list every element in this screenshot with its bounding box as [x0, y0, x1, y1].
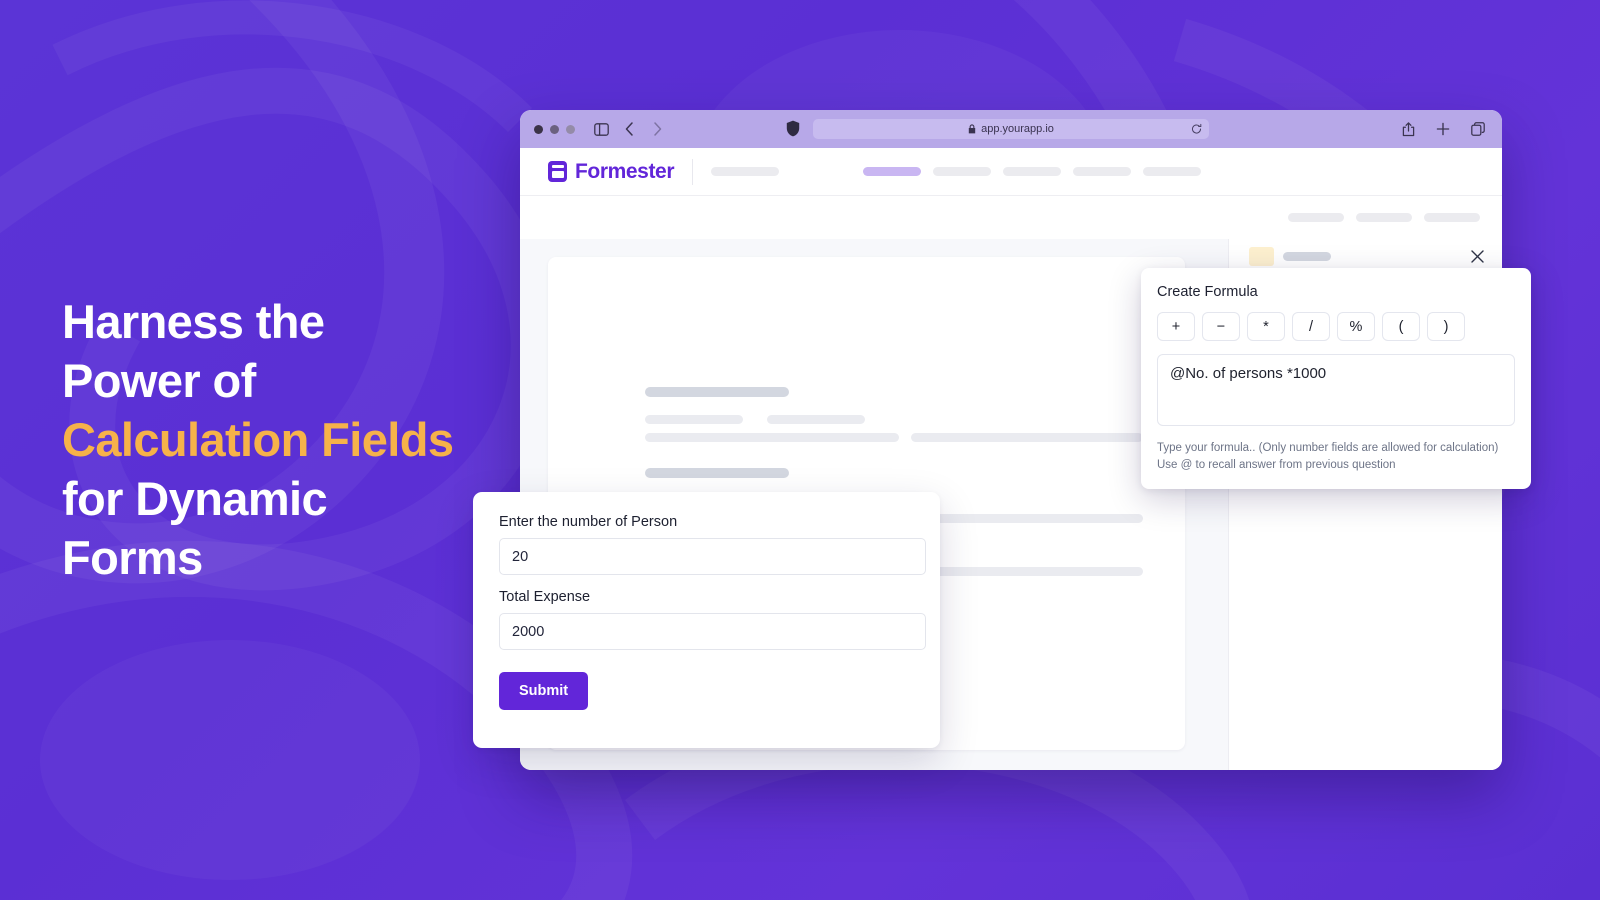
app-subheader: [520, 195, 1502, 239]
headline-line-1: Harness the: [62, 295, 325, 348]
minimize-window-dot[interactable]: [550, 124, 559, 134]
skeleton-line-1a: [645, 433, 899, 442]
browser-titlebar: app.yourapp.io: [520, 110, 1502, 148]
submit-button[interactable]: Submit: [499, 672, 589, 710]
subheader-action-3[interactable]: [1424, 213, 1480, 222]
operator-multiply-button[interactable]: *: [1247, 312, 1285, 341]
nav-item-3[interactable]: [1003, 167, 1061, 176]
operator-percent-button[interactable]: %: [1337, 312, 1375, 341]
skeleton-line-3b: [911, 567, 1143, 576]
address-bar-container[interactable]: app.yourapp.io: [813, 119, 1209, 139]
headline-line-2: Power of: [62, 354, 256, 407]
formula-panel-title: Create Formula: [1157, 284, 1258, 300]
brand-name: Formester: [575, 159, 675, 183]
formester-logo-icon: [548, 161, 567, 182]
form-preview-card: Enter the number of Person Total Expense…: [473, 492, 940, 748]
header-divider: [692, 158, 694, 185]
side-panel-header: [1249, 247, 1331, 266]
subheader-actions: [1288, 213, 1480, 222]
field-type-chip: [1249, 247, 1274, 266]
app-header: Formester: [520, 148, 1502, 195]
headline-line-5: Forms: [62, 531, 203, 584]
shield-icon: [786, 120, 802, 138]
person-count-input[interactable]: [499, 538, 926, 575]
skeleton-heading-1: [645, 387, 789, 397]
close-window-dot[interactable]: [534, 124, 543, 134]
skeleton-line-1b: [911, 433, 1143, 442]
subheader-action-1[interactable]: [1288, 213, 1344, 222]
share-icon[interactable]: [1398, 119, 1418, 139]
primary-nav: [863, 167, 1201, 176]
formula-input[interactable]: [1157, 354, 1515, 426]
total-expense-input[interactable]: [499, 613, 926, 650]
lock-icon: [968, 124, 976, 134]
headline-accent-line: Calculation Fields: [62, 413, 454, 466]
sidebar-toggle-icon[interactable]: [591, 119, 611, 139]
skeleton-label-1a: [645, 415, 743, 424]
address-bar-url: app.yourapp.io: [981, 123, 1054, 135]
skeleton-label-1b: [767, 415, 865, 424]
operator-button-row: + − * / % ( ): [1157, 312, 1515, 341]
operator-close-paren-button[interactable]: ): [1427, 312, 1465, 341]
nav-item-5[interactable]: [1143, 167, 1201, 176]
address-bar[interactable]: app.yourapp.io: [813, 119, 1209, 139]
back-button[interactable]: [619, 119, 639, 139]
operator-minus-button[interactable]: −: [1202, 312, 1240, 341]
person-count-label: Enter the number of Person: [499, 514, 678, 530]
header-search-placeholder[interactable]: [711, 167, 780, 176]
page-title: Harness the Power of Calculation Fields …: [62, 292, 532, 587]
maximize-window-dot[interactable]: [566, 124, 575, 134]
close-icon[interactable]: [1470, 249, 1486, 265]
nav-item-2[interactable]: [933, 167, 991, 176]
skeleton-line-2b: [911, 514, 1143, 523]
plus-icon[interactable]: [1433, 119, 1453, 139]
nav-item-4[interactable]: [1073, 167, 1131, 176]
subheader-action-2[interactable]: [1356, 213, 1412, 222]
hero-banner: Harness the Power of Calculation Fields …: [0, 0, 1600, 900]
forward-button[interactable]: [647, 119, 667, 139]
side-panel-title-placeholder: [1283, 252, 1331, 261]
operator-divide-button[interactable]: /: [1292, 312, 1330, 341]
create-formula-popover: Create Formula + − * / % ( ) Type your f…: [1141, 268, 1531, 489]
brand-logo[interactable]: Formester: [548, 159, 675, 184]
operator-open-paren-button[interactable]: (: [1382, 312, 1420, 341]
skeleton-heading-2: [645, 468, 789, 478]
formula-hint-text: Type your formula.. (Only number fields …: [1157, 442, 1499, 472]
browser-toolbar-actions: [1398, 119, 1488, 139]
nav-item-1[interactable]: [863, 167, 921, 176]
total-expense-label: Total Expense: [499, 589, 591, 605]
reload-icon[interactable]: [1191, 123, 1202, 135]
tabs-icon[interactable]: [1468, 119, 1488, 139]
window-controls[interactable]: [534, 124, 575, 134]
operator-plus-button[interactable]: +: [1157, 312, 1195, 341]
headline-line-4: for Dynamic: [62, 472, 328, 525]
